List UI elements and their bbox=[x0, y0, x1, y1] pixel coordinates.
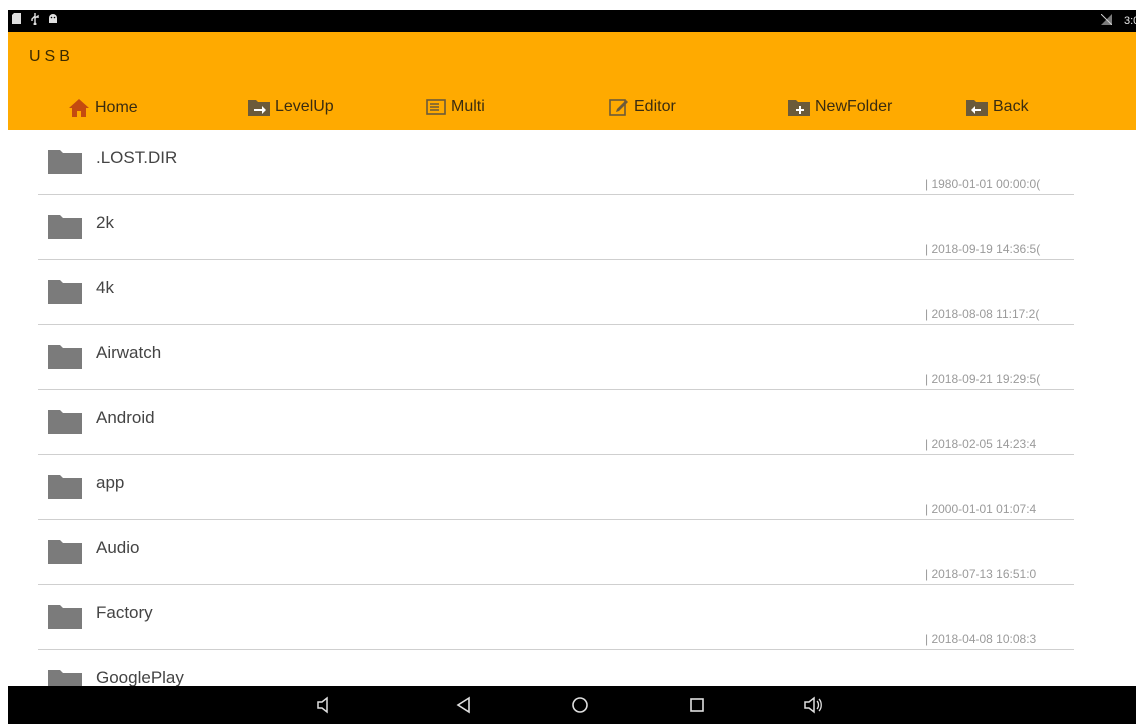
back-label: Back bbox=[993, 98, 1029, 115]
file-name: Airwatch bbox=[96, 343, 162, 362]
back-triangle-icon[interactable] bbox=[455, 696, 473, 719]
editor-label: Editor bbox=[634, 98, 676, 115]
file-date: | 2018-08-08 11:17:2( bbox=[925, 307, 1040, 321]
list-item[interactable]: GooglePlay bbox=[38, 650, 1074, 686]
file-name: Factory bbox=[96, 603, 153, 622]
file-date: | 2018-07-13 16:51:0 bbox=[925, 567, 1037, 581]
volume-up-icon[interactable] bbox=[803, 696, 823, 719]
navigation-bar bbox=[8, 686, 1144, 724]
file-date: | 2018-04-08 10:08:3 bbox=[925, 632, 1037, 646]
file-name: GooglePlay bbox=[96, 668, 184, 686]
file-name: app bbox=[96, 473, 125, 492]
back-icon bbox=[966, 98, 988, 116]
multi-label: Multi bbox=[451, 98, 485, 115]
list-item[interactable]: Audio | 2018-07-13 16:51:0 bbox=[38, 520, 1074, 585]
sd-card-icon bbox=[12, 13, 22, 25]
file-date: | 2018-09-21 19:29:5( bbox=[925, 372, 1041, 386]
folder-icon bbox=[48, 408, 82, 439]
levelup-icon bbox=[248, 98, 270, 116]
left-edge bbox=[0, 0, 8, 724]
back-button[interactable]: Back bbox=[966, 98, 1029, 116]
file-name: 2k bbox=[96, 213, 114, 232]
file-name: 4k bbox=[96, 278, 114, 297]
folder-icon bbox=[48, 538, 82, 569]
file-date: | 1980-01-01 00:00:0( bbox=[925, 177, 1041, 191]
newfolder-label: NewFolder bbox=[815, 98, 893, 115]
file-date: | 2018-02-05 14:23:4 bbox=[925, 437, 1037, 451]
folder-icon bbox=[48, 148, 82, 179]
folder-icon bbox=[48, 278, 82, 309]
editor-button[interactable]: Editor bbox=[609, 98, 676, 116]
recents-square-icon[interactable] bbox=[688, 696, 706, 719]
multi-select-icon bbox=[426, 99, 446, 115]
editor-icon bbox=[609, 98, 629, 116]
toolbar: Home LevelUp Multi Editor NewFolder Back bbox=[8, 98, 1144, 124]
home-button[interactable]: Home bbox=[68, 98, 138, 118]
list-item[interactable]: app | 2000-01-01 01:07:4 bbox=[38, 455, 1074, 520]
list-item[interactable]: Factory | 2018-04-08 10:08:3 bbox=[38, 585, 1074, 650]
home-label: Home bbox=[95, 99, 138, 116]
file-date: | 2018-09-19 14:36:5( bbox=[925, 242, 1041, 256]
levelup-label: LevelUp bbox=[275, 98, 334, 115]
file-name: .LOST.DIR bbox=[96, 148, 178, 167]
status-bar: 3:0 bbox=[8, 10, 1144, 32]
folder-icon bbox=[48, 473, 82, 504]
page-title: USB bbox=[29, 48, 74, 65]
folder-icon bbox=[48, 603, 82, 634]
action-bar: USB Home LevelUp Multi Editor NewFolder … bbox=[8, 32, 1144, 130]
list-item[interactable]: .LOST.DIR | 1980-01-01 00:00:0( bbox=[38, 130, 1074, 195]
volume-down-icon[interactable] bbox=[315, 696, 333, 719]
list-item[interactable]: 2k | 2018-09-19 14:36:5( bbox=[38, 195, 1074, 260]
list-item[interactable]: 4k | 2018-08-08 11:17:2( bbox=[38, 260, 1074, 325]
folder-icon bbox=[48, 343, 82, 374]
list-item[interactable]: Airwatch | 2018-09-21 19:29:5( bbox=[38, 325, 1074, 390]
no-signal-icon bbox=[1100, 13, 1113, 28]
home-icon bbox=[68, 98, 90, 118]
file-name: Audio bbox=[96, 538, 140, 557]
file-date: | 2000-01-01 01:07:4 bbox=[925, 502, 1037, 516]
file-name: Android bbox=[96, 408, 155, 427]
list-item[interactable]: Android | 2018-02-05 14:23:4 bbox=[38, 390, 1074, 455]
home-circle-icon[interactable] bbox=[571, 696, 589, 719]
newfolder-button[interactable]: NewFolder bbox=[788, 98, 892, 116]
usb-icon bbox=[30, 13, 40, 26]
levelup-button[interactable]: LevelUp bbox=[248, 98, 334, 116]
multi-button[interactable]: Multi bbox=[426, 98, 485, 116]
folder-icon bbox=[48, 668, 82, 686]
right-edge bbox=[1136, 0, 1144, 724]
new-folder-icon bbox=[788, 98, 810, 116]
file-list: .LOST.DIR | 1980-01-01 00:00:0( 2k | 201… bbox=[38, 130, 1074, 686]
folder-icon bbox=[48, 213, 82, 244]
android-icon bbox=[48, 13, 58, 25]
